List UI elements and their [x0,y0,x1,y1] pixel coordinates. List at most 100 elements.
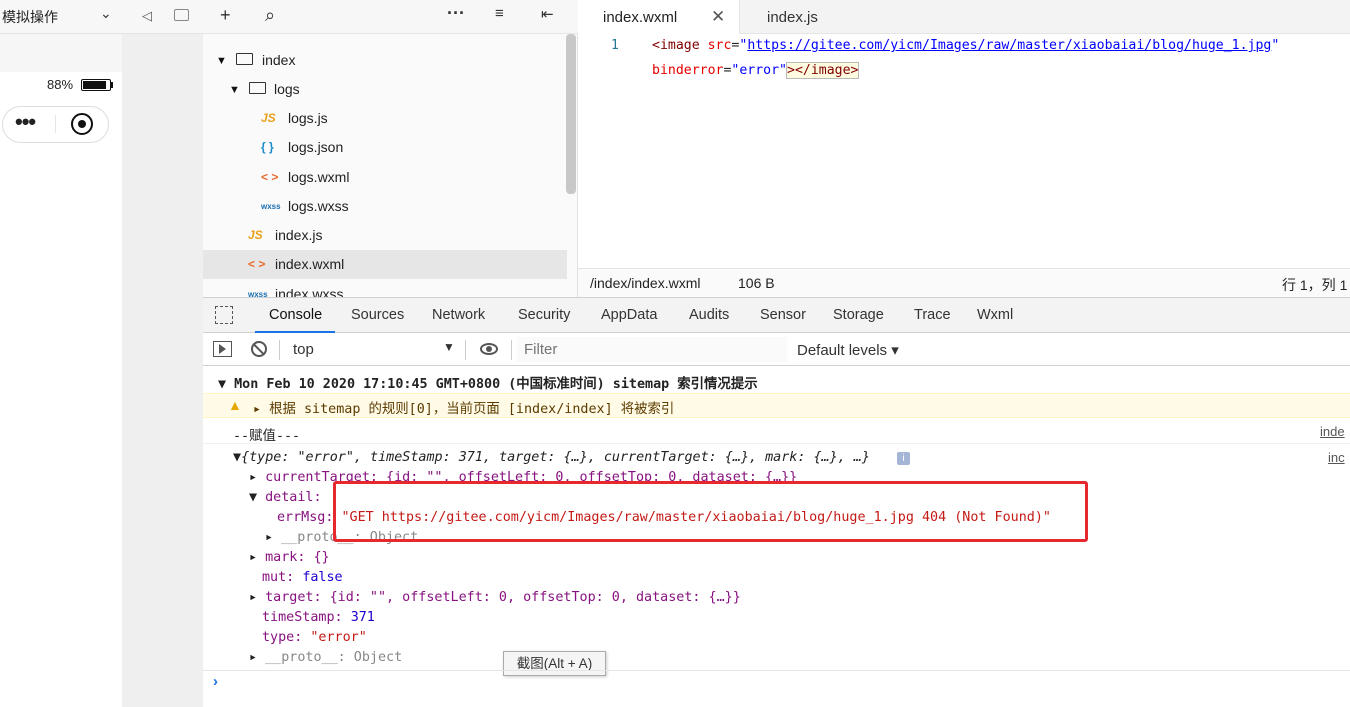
type-key: type: [262,630,303,645]
explorer-toolbar [203,0,578,34]
search-icon[interactable]: ⌕ [265,5,275,26]
source-link[interactable]: inc [1328,450,1345,465]
prop-target[interactable]: ▸ target: {id: "", offsetLeft: 0, offset… [249,590,741,605]
tree-item-logs-js[interactable]: logs.js [288,104,328,133]
tree-item-logs-wxss[interactable]: logs.wxss [288,192,349,221]
volume-icon[interactable]: ◁ [142,8,152,24]
code-src-url[interactable]: https://gitee.com/yicm/Images/raw/master… [747,38,1271,53]
tree-scrollbar[interactable] [566,34,576,194]
prop-target-text: target: {id: "", offsetLeft: 0, offsetTo… [265,590,741,605]
console-prompt-icon[interactable]: › [213,673,218,690]
log-levels-label[interactable]: Default levels [797,342,887,359]
battery-icon [81,79,111,91]
warning-text: 根据 sitemap 的规则[0]，当前页面 [index/index] 将被索… [269,402,675,417]
prop-proto[interactable]: ▸ __proto__: Object [249,650,402,665]
folder-open-icon [236,53,253,65]
window-icon[interactable] [174,9,189,21]
prop-detail[interactable]: ▼ detail: [249,490,322,505]
tab-network[interactable]: Network [432,307,485,323]
warning-message[interactable]: ▸ 根据 sitemap 的规则[0]，当前页面 [index/index] 将… [253,397,674,417]
toolbar-divider [465,340,466,360]
prop-mark[interactable]: ▸ mark: {} [249,550,330,565]
simulator-background [122,34,203,707]
file-path: /index/index.wxml [590,275,701,291]
json-file-icon: { } [261,140,274,154]
tab-console[interactable]: Console [269,307,322,323]
source-link[interactable]: inde [1320,424,1345,439]
context-select[interactable]: top [293,341,314,358]
expand-arrow-icon[interactable]: ▼ [216,55,227,67]
wxss-file-icon: wxss [261,202,281,211]
tab-wxml[interactable]: Wxml [977,307,1013,323]
tree-item-logs-json[interactable]: logs.json [288,133,343,162]
tab-appdata[interactable]: AppData [601,307,657,323]
file-size: 106 B [738,275,775,291]
close-icon[interactable]: ✕ [711,7,725,27]
type-value: "error" [310,630,367,645]
battery-cap [111,82,113,88]
js-file-icon: JS [248,228,263,242]
tree-item-index-wxss[interactable]: index.wxss [275,280,343,297]
errmsg-key: errMsg: [277,510,334,525]
filter-input[interactable] [517,337,787,362]
tab-security[interactable]: Security [518,307,570,323]
tab-sensor[interactable]: Sensor [760,307,806,323]
mut-key: mut: [262,570,295,585]
code-attr-binderror: binderror [652,63,724,78]
add-file-icon[interactable]: + [220,5,231,26]
active-tab-indicator [255,331,335,333]
eye-icon[interactable] [480,343,498,355]
tab-sources[interactable]: Sources [351,307,404,323]
code-attr-src: src [707,38,732,53]
object-summary-text: {type: "error", timeStamp: 371, target: … [241,450,870,465]
tab-index-js[interactable]: index.js [767,9,818,26]
tree-item-logs-wxml[interactable]: logs.wxml [288,163,349,192]
prop-detail-key: detail: [265,490,322,505]
wxml-file-icon: < > [261,170,279,184]
prop-timestamp: timeStamp: 371 [262,610,375,625]
tree-item-index-wxml[interactable]: index.wxml [275,250,344,279]
record-icon[interactable] [71,113,93,135]
object-summary[interactable]: ▼{type: "error", timeStamp: 371, target:… [233,450,870,465]
hide-sidebar-icon[interactable]: ⇤ [541,5,554,23]
folder-open-icon [249,82,266,94]
code-line-1[interactable]: <image src="https://gitee.com/yicm/Image… [652,38,1279,53]
info-icon[interactable]: i [897,452,910,465]
tree-item-index[interactable]: index [262,46,295,75]
tree-item-index-js[interactable]: index.js [275,221,322,250]
prop-mark-text: mark: {} [265,550,330,565]
mode-select-label[interactable]: 模拟操作 [2,7,58,27]
tree-item-logs[interactable]: logs [274,75,300,104]
capsule-divider [55,115,56,133]
tab-storage[interactable]: Storage [833,307,884,323]
wxml-file-icon: < > [248,257,266,271]
more-icon[interactable]: ··· [447,3,465,24]
chevron-down-icon[interactable]: ▼ [443,340,455,354]
sidebar-toggle-icon[interactable] [213,341,232,357]
warning-icon: ▲ [228,397,242,413]
more-dots-icon[interactable]: ••• [15,109,36,135]
code-binderror-value: "error" [731,63,787,78]
group-header-text: Mon Feb 10 2020 17:10:45 GMT+0800 (中国标准时… [234,377,758,392]
tab-label[interactable]: index.wxml [603,9,677,26]
collapse-all-icon[interactable]: ≡ [495,5,504,22]
prop-type: type: "error" [262,630,367,645]
tab-trace[interactable]: Trace [914,307,951,323]
console-divider [203,443,1350,444]
log-levels-select[interactable]: Default levels ▾ [797,341,899,359]
tab-audits[interactable]: Audits [689,307,729,323]
expand-arrow-icon[interactable]: ▼ [229,84,240,96]
battery-percentage: 88% [47,77,74,92]
code-tag-open: <image [652,38,700,53]
code-line-1-wrap[interactable]: binderror="error"></image> [652,62,860,79]
console-group-header[interactable]: ▼ Mon Feb 10 2020 17:10:45 GMT+0800 (中国标… [218,372,758,392]
cursor-position[interactable]: 行 1，列 1 [1282,275,1347,295]
timestamp-key: timeStamp: [262,610,343,625]
toolbar-divider [511,340,512,360]
inspect-element-icon[interactable] [215,306,233,324]
line-number: 1 [611,38,619,53]
js-file-icon: JS [261,111,276,125]
chevron-down-icon[interactable]: ⌄ [100,5,112,22]
clear-console-icon[interactable] [251,341,267,357]
error-highlight-box [333,481,1088,542]
